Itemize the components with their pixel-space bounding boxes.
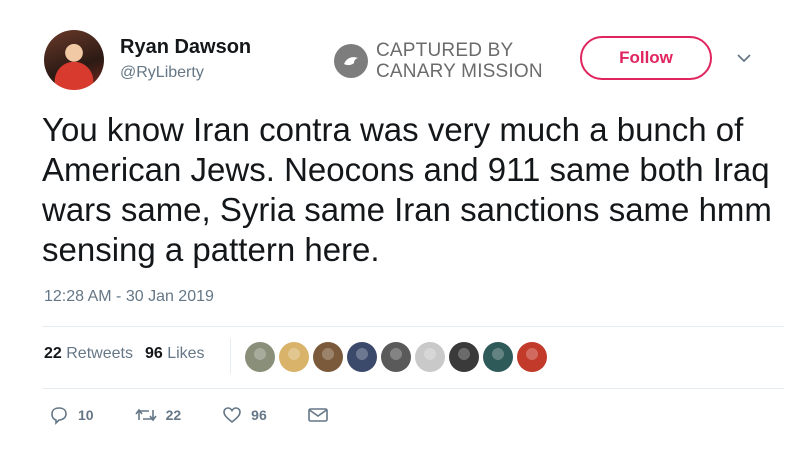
stats-divider <box>230 338 231 374</box>
tweet-actions: 10 22 96 <box>48 405 369 425</box>
likes-label: Likes <box>167 345 205 362</box>
reply-action[interactable]: 10 <box>48 405 94 425</box>
liker-avatar[interactable] <box>279 342 309 372</box>
divider-bottom <box>42 388 784 389</box>
retweets-label: Retweets <box>66 345 133 362</box>
liker-avatar[interactable] <box>415 342 445 372</box>
heart-icon <box>223 407 241 424</box>
retweets-stat[interactable]: 22 Retweets <box>44 345 133 363</box>
retweets-count: 22 <box>44 345 62 362</box>
like-count: 96 <box>251 407 267 423</box>
watermark-line1: CAPTURED BY <box>376 40 514 61</box>
author-name[interactable]: Ryan Dawson <box>120 36 251 59</box>
liker-avatar[interactable] <box>381 342 411 372</box>
canary-bird-icon <box>334 44 368 78</box>
liker-avatar[interactable] <box>245 342 275 372</box>
chevron-down-icon[interactable] <box>736 52 752 64</box>
liker-avatar[interactable] <box>449 342 479 372</box>
envelope-icon <box>307 408 328 422</box>
likes-count: 96 <box>144 345 163 362</box>
liker-avatars <box>245 342 547 372</box>
reply-icon <box>51 407 67 425</box>
retweet-icon <box>134 408 157 422</box>
watermark-text: CAPTURED BY CANARY MISSION <box>376 40 543 82</box>
tweet-text: You know Iran contra was very much a bun… <box>42 111 772 268</box>
divider-top <box>42 326 784 327</box>
watermark: CAPTURED BY CANARY MISSION <box>334 40 543 82</box>
message-action[interactable] <box>307 406 329 424</box>
author-handle[interactable]: @RyLiberty <box>120 64 204 82</box>
retweet-count: 22 <box>165 407 182 423</box>
liker-avatar[interactable] <box>313 342 343 372</box>
follow-button[interactable]: Follow <box>580 36 712 80</box>
liker-avatar[interactable] <box>347 342 377 372</box>
avatar[interactable] <box>44 30 104 90</box>
likes-stat[interactable]: 96 Likes <box>145 345 205 363</box>
watermark-line2: CANARY MISSION <box>376 61 543 82</box>
liker-avatar[interactable] <box>483 342 513 372</box>
retweet-action[interactable]: 22 <box>134 405 182 425</box>
tweet-timestamp[interactable]: 12:28 AM - 30 Jan 2019 <box>44 288 214 306</box>
reply-count: 10 <box>78 407 94 423</box>
tweet-stats: 22 Retweets 96 Likes <box>44 345 205 363</box>
like-action[interactable]: 96 <box>221 405 267 425</box>
liker-avatar[interactable] <box>517 342 547 372</box>
